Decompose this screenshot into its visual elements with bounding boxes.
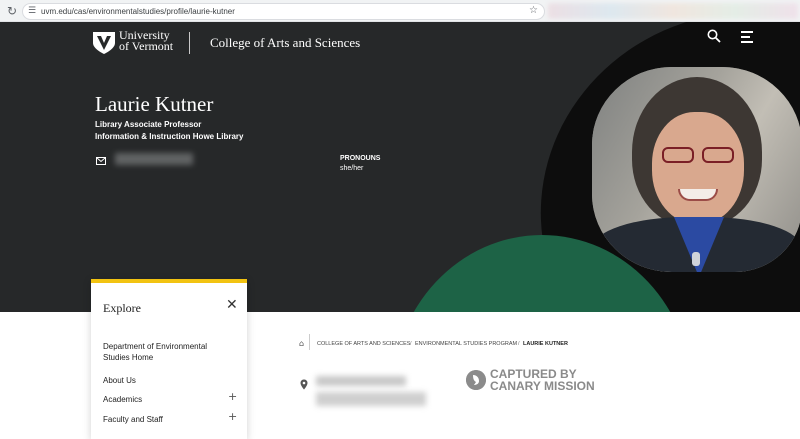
university-name[interactable]: University of Vermont	[119, 29, 174, 53]
nav-item-faculty-staff[interactable]: Faculty and Staff	[103, 414, 163, 425]
location-pin-icon	[300, 379, 308, 390]
nav-label-line-1: Department of Environmental	[103, 342, 208, 351]
close-icon[interactable]: ✕	[226, 298, 238, 312]
expand-faculty-plus-icon[interactable]: +	[228, 410, 237, 423]
url-text: uvm.edu/cas/environmentalstudies/profile…	[41, 7, 235, 16]
address-redacted-line-2	[316, 392, 426, 406]
logo-line-2: of Vermont	[119, 39, 174, 53]
profile-photo	[592, 67, 800, 272]
college-name-link[interactable]: College of Arts and Sciences	[210, 35, 360, 51]
explore-panel: Explore ✕ Department of Environmental St…	[91, 279, 247, 439]
address-bar[interactable]: ☰ uvm.edu/cas/environmentalstudies/profi…	[22, 3, 545, 20]
profile-name: Laurie Kutner	[95, 92, 214, 116]
address-redacted-line-1	[316, 376, 406, 386]
pronouns-value: she/her	[340, 165, 364, 172]
explore-title: Explore	[103, 301, 141, 315]
breadcrumb-program[interactable]: ENVIRONMENTAL STUDIES PROGRAM	[415, 341, 517, 347]
breadcrumb-separator: /	[518, 341, 520, 347]
search-icon[interactable]	[707, 29, 721, 43]
email-icon	[96, 157, 106, 165]
breadcrumb-divider	[309, 334, 310, 350]
breadcrumb-college[interactable]: COLLEGE OF ARTS AND SCIENCES	[317, 341, 410, 347]
nav-label-line-2: Studies Home	[103, 353, 154, 362]
profile-hero	[0, 22, 800, 312]
browser-toolbar: ↻ ☰ uvm.edu/cas/environmentalstudies/pro…	[0, 0, 800, 22]
expand-academics-plus-icon[interactable]: +	[228, 390, 237, 403]
breadcrumb-current: LAURIE KUTNER	[523, 341, 568, 347]
nav-item-department-home[interactable]: Department of Environmental Studies Home	[103, 341, 207, 363]
home-icon[interactable]: ⌂	[299, 339, 304, 348]
reload-icon[interactable]: ↻	[5, 4, 19, 18]
nav-item-about-us[interactable]: About Us	[103, 375, 136, 386]
uvm-shield-logo-icon[interactable]	[92, 31, 116, 55]
email-redacted[interactable]	[115, 153, 193, 165]
canary-bird-icon	[466, 370, 486, 390]
bookmark-star-icon[interactable]: ☆	[529, 5, 538, 16]
profile-department: Information & Instruction Howe Library	[95, 132, 244, 141]
canary-mission-stamp: CAPTURED BY CANARY MISSION	[490, 368, 595, 392]
extensions-area	[548, 3, 798, 19]
site-info-icon[interactable]: ☰	[28, 6, 36, 16]
hamburger-menu-icon[interactable]	[741, 31, 753, 43]
nav-item-academics[interactable]: Academics	[103, 394, 142, 405]
breadcrumb-separator: /	[410, 341, 412, 347]
pronouns-label: PRONOUNS	[340, 155, 381, 162]
stamp-line-2: CANARY MISSION	[490, 379, 595, 393]
profile-title: Library Associate Professor	[95, 120, 202, 129]
header-divider	[189, 32, 190, 54]
